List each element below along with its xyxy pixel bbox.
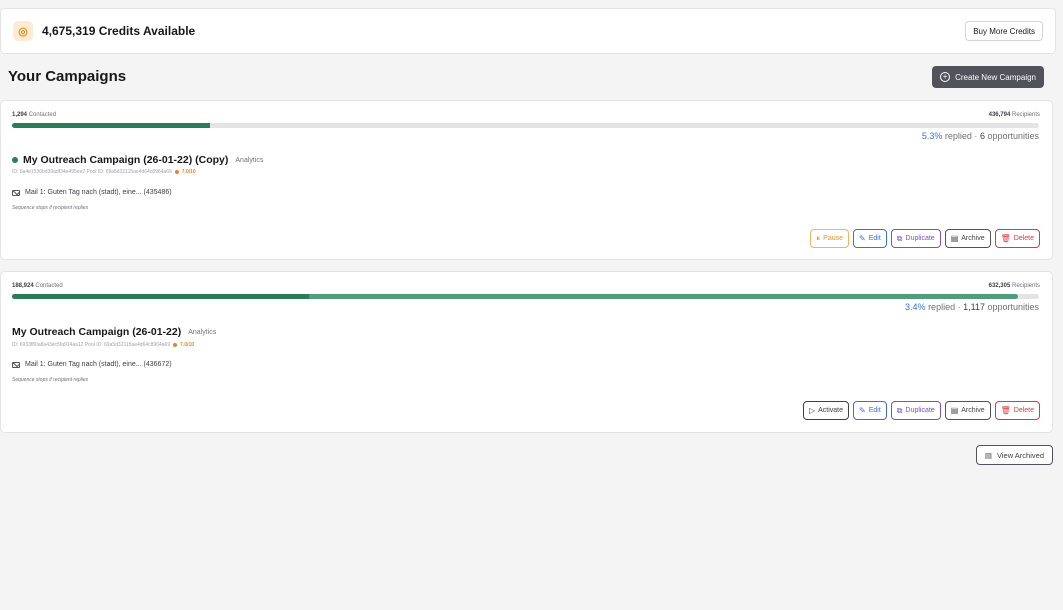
contacted-stat: 1,294 Contacted <box>12 112 57 118</box>
trash-icon: 🗑 <box>1000 233 1011 243</box>
progress-fill <box>12 123 211 128</box>
create-campaign-button[interactable]: + Create New Campaign <box>932 66 1044 88</box>
edit-button[interactable]: ✎ Edit <box>853 229 887 248</box>
analytics-link[interactable]: Analytics <box>188 329 216 336</box>
create-campaign-label: Create New Campaign <box>955 72 1036 82</box>
reply-stats: 3.4% replied · 1,117 opportunities <box>905 302 1039 312</box>
contact-stats-row: 1,294 Contacted 436,794 Recipients <box>12 112 1040 118</box>
score: 7.0/10 <box>180 342 195 348</box>
campaign-card: 188,924 Contacted 632,305 Recipients 3.4… <box>0 271 1053 433</box>
progress-bar <box>12 123 1039 128</box>
activate-button[interactable]: ▷ Activate <box>802 401 850 420</box>
page-title: Your Campaigns <box>8 68 127 85</box>
credits-bar: ◎ 4,675,319 Credits Available Buy More C… <box>0 8 1056 54</box>
archive-icon: ▤ <box>984 450 993 460</box>
score-dot-icon <box>174 170 179 174</box>
view-archived-label: View Archived <box>997 450 1044 460</box>
campaign-actions: ▷ Activate ✎ Edit ⧉ Duplicate ▤ Archive 🗑 Del… <box>802 401 1040 420</box>
duplicate-button[interactable]: ⧉ Duplicate <box>890 401 941 420</box>
coins-icon: ◎ <box>13 21 33 41</box>
delete-button[interactable]: 🗑 Delete <box>994 229 1040 248</box>
active-status-dot <box>12 157 18 163</box>
campaign-title-row: My Outreach Campaign (26-01-22) Analytic… <box>12 326 216 338</box>
play-icon: ▷ <box>808 405 816 415</box>
buy-more-credits-button[interactable]: Buy More Credits <box>965 21 1043 41</box>
campaign-ids: ID: 6a4e1536bd39adf34e495ee2 Pool ID: 69… <box>12 169 196 175</box>
contact-stats-row: 188,924 Contacted 632,305 Recipients <box>12 283 1040 289</box>
pencil-icon: ✎ <box>859 405 866 415</box>
edit-button[interactable]: ✎ Edit <box>853 401 887 420</box>
trash-icon: 🗑 <box>1000 405 1011 415</box>
mail-step: Mail 1: Guten Tag nach (stadt), eine... … <box>12 189 172 196</box>
campaign-ids: ID: 6933f80a8a43ec5fa914aa12 Pool ID: 69… <box>12 342 195 348</box>
pencil-icon: ✎ <box>859 233 866 243</box>
mail-icon <box>12 189 20 196</box>
archive-icon: ▤ <box>950 233 959 243</box>
progress-bar <box>12 294 1039 299</box>
campaign-actions: ⏸ Pause ✎ Edit ⧉ Duplicate ▤ Archive 🗑 Delete <box>810 229 1040 248</box>
reply-rate: 3.4% <box>905 302 926 312</box>
reply-rate: 5.3% <box>921 131 943 141</box>
recipients-stat: 632,305 Recipients <box>988 283 1040 289</box>
score: 7.0/10 <box>181 169 196 175</box>
campaign-title-row: My Outreach Campaign (26-01-22) (Copy) A… <box>12 154 263 166</box>
view-archived-button[interactable]: ▤ View Archived <box>975 445 1053 465</box>
mail-step: Mail 1: Guten Tag nach (stadt), eine... … <box>12 361 172 368</box>
archive-icon: ▤ <box>950 405 959 415</box>
plus-circle-icon: + <box>940 72 951 82</box>
delete-button[interactable]: 🗑 Delete <box>994 401 1040 420</box>
copy-icon: ⧉ <box>896 233 903 243</box>
archive-button[interactable]: ▤ Archive <box>944 229 991 248</box>
campaign-name: My Outreach Campaign (26-01-22) (Copy) <box>23 154 229 166</box>
progress-fill <box>12 294 309 299</box>
archive-button[interactable]: ▤ Archive <box>944 401 991 420</box>
campaign-name: My Outreach Campaign (26-01-22) <box>12 326 182 338</box>
campaign-card: 1,294 Contacted 436,794 Recipients 5.3% … <box>0 100 1053 260</box>
copy-icon: ⧉ <box>896 405 903 415</box>
pause-button[interactable]: ⏸ Pause <box>810 229 850 248</box>
duplicate-button[interactable]: ⧉ Duplicate <box>890 229 941 248</box>
pause-icon: ⏸ <box>816 233 821 243</box>
opportunities-count: 1,117 <box>963 302 985 312</box>
reply-stats: 5.3% replied · 6 opportunities <box>921 131 1039 141</box>
contacted-stat: 188,924 Contacted <box>12 283 63 289</box>
sequence-note: Sequence stops if recipient replies <box>12 377 89 383</box>
score-dot-icon <box>173 343 178 347</box>
mail-icon <box>12 361 20 368</box>
credits-available: 4,675,319 Credits Available <box>42 24 196 38</box>
analytics-link[interactable]: Analytics <box>235 157 263 164</box>
sequence-note: Sequence stops if recipient replies <box>12 205 89 211</box>
recipients-stat: 436,794 Recipients <box>988 112 1040 118</box>
